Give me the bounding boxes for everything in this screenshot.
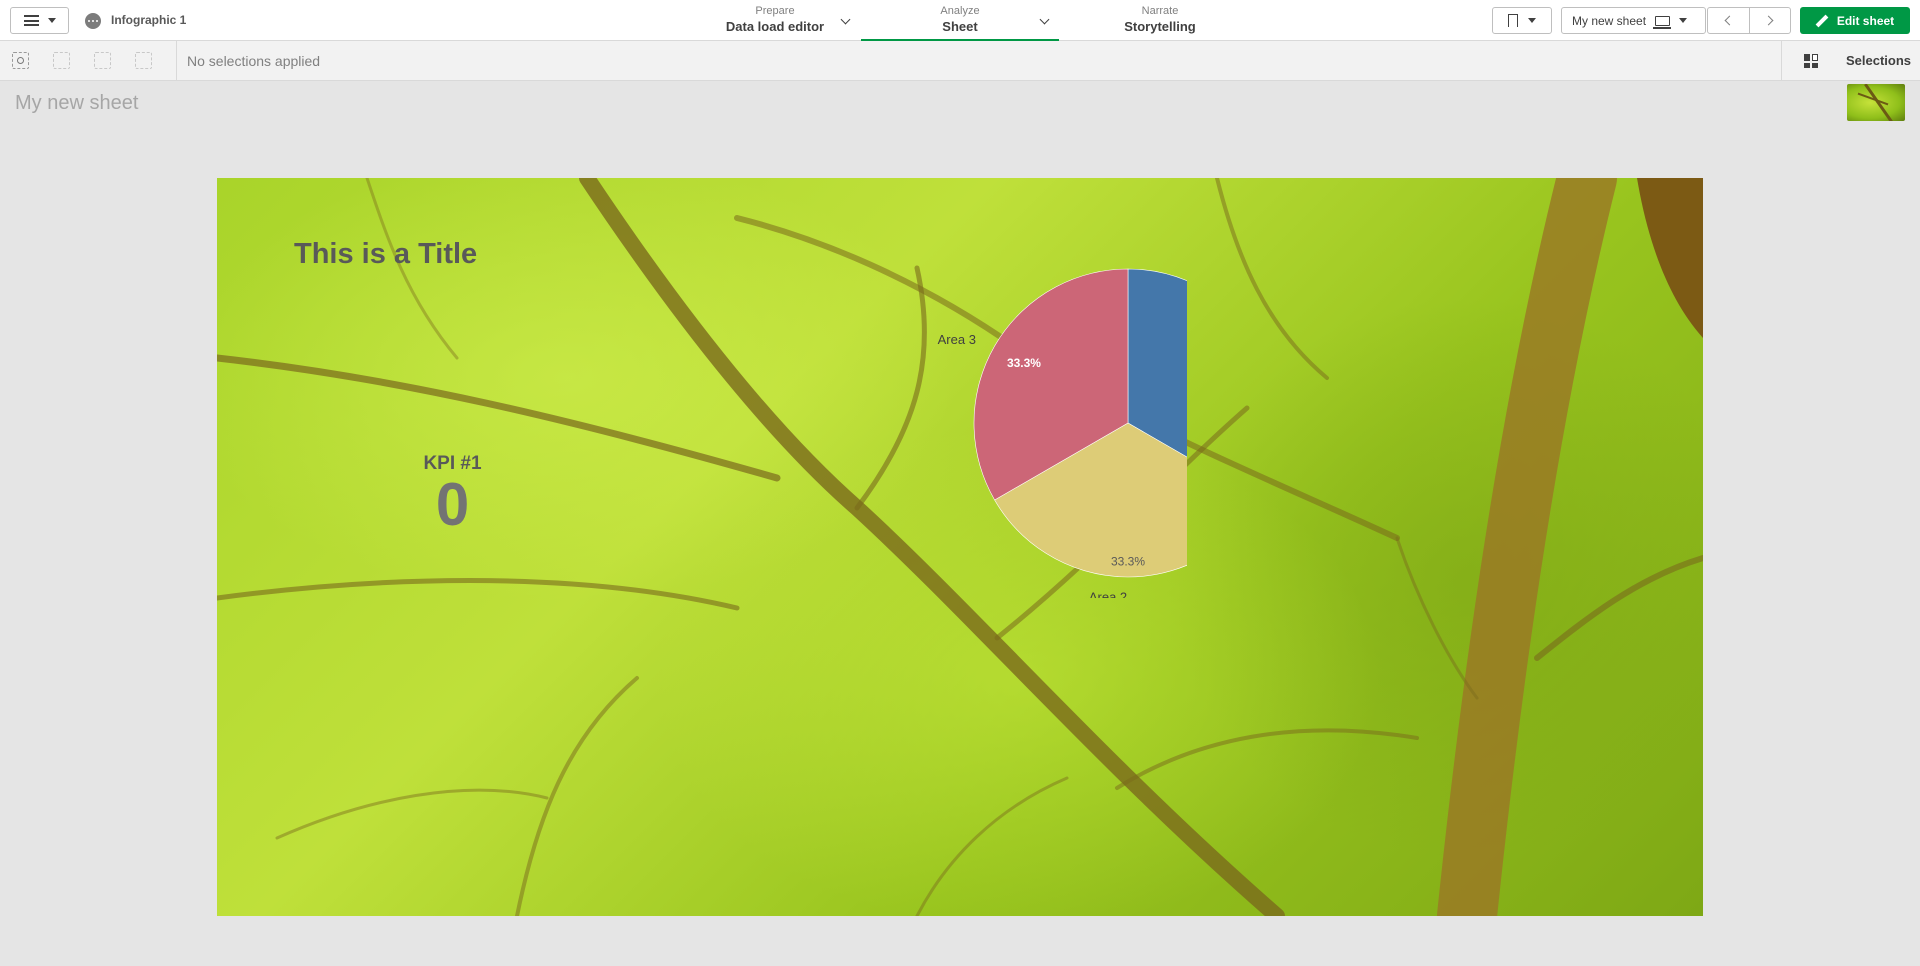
tab-narrate-label: Storytelling — [1124, 19, 1196, 34]
sheet-selector-label: My new sheet — [1572, 13, 1647, 28]
sheet-selector[interactable]: My new sheet — [1561, 7, 1706, 34]
caret-down-icon — [1679, 18, 1688, 23]
infographic-canvas: This is a Title KPI #1 0 33.3%Area 133.3… — [217, 178, 1703, 916]
caret-down-icon — [1528, 18, 1536, 23]
clear-selections-icon[interactable] — [135, 52, 152, 69]
bookmarks-button[interactable] — [1492, 7, 1552, 34]
sheet-title: My new sheet — [15, 92, 139, 114]
infographic-title: This is a Title — [294, 238, 478, 270]
pie-category-label: Area 2 — [1089, 589, 1127, 598]
tab-prepare-small: Prepare — [755, 5, 795, 17]
step-back-icon[interactable] — [53, 52, 70, 69]
previous-sheet-button[interactable] — [1708, 8, 1749, 33]
tab-analyze-small: Analyze — [940, 5, 980, 17]
tab-analyze-label: Sheet — [942, 19, 978, 34]
pie-category-label: Area 3 — [938, 332, 976, 347]
hamburger-icon — [23, 15, 39, 26]
chevron-left-icon — [1725, 15, 1735, 26]
pie-chart[interactable]: 33.3%Area 133.3%Area 233.3%Area 3 — [767, 218, 1187, 598]
bookmark-icon — [1507, 14, 1518, 28]
selections-grid-icon — [1804, 53, 1818, 68]
selection-status: No selections applied — [187, 53, 321, 69]
edit-sheet-button[interactable]: Edit sheet — [1800, 7, 1910, 34]
device-preview-icon — [1653, 15, 1672, 29]
selections-button[interactable]: Selections — [1781, 41, 1920, 80]
pie-data-label: 33.3% — [1111, 555, 1145, 569]
kpi-object[interactable]: KPI #1 0 — [400, 453, 505, 535]
pie-data-label: 33.3% — [1007, 356, 1041, 370]
tab-narrate[interactable]: Narrate Storytelling — [1110, 0, 1210, 41]
top-toolbar: Infographic 1 Prepare Data load editor A… — [0, 0, 1920, 41]
tab-prepare[interactable]: Prepare Data load editor — [700, 0, 851, 41]
tab-prepare-label: Data load editor — [725, 19, 825, 34]
selection-tools — [0, 41, 177, 80]
step-forward-icon[interactable] — [94, 52, 111, 69]
next-sheet-button[interactable] — [1748, 8, 1790, 33]
smart-search-icon[interactable] — [12, 52, 29, 69]
sheet-thumbnail[interactable] — [1847, 84, 1905, 121]
edit-sheet-label: Edit sheet — [1836, 13, 1895, 28]
selections-label: Selections — [1846, 53, 1912, 68]
pencil-icon — [1816, 15, 1828, 27]
selections-bar: No selections applied Selections — [0, 41, 1920, 81]
main-menu-button[interactable] — [10, 7, 69, 34]
tab-analyze[interactable]: Analyze Sheet — [861, 0, 1059, 41]
chevron-right-icon — [1763, 15, 1774, 26]
sheet-navigation — [1707, 7, 1791, 34]
app-more-icon[interactable] — [85, 13, 101, 29]
app-title: Infographic 1 — [111, 13, 187, 27]
kpi-value: 0 — [435, 471, 470, 538]
tab-narrate-small: Narrate — [1141, 5, 1179, 17]
caret-down-icon — [47, 18, 56, 23]
